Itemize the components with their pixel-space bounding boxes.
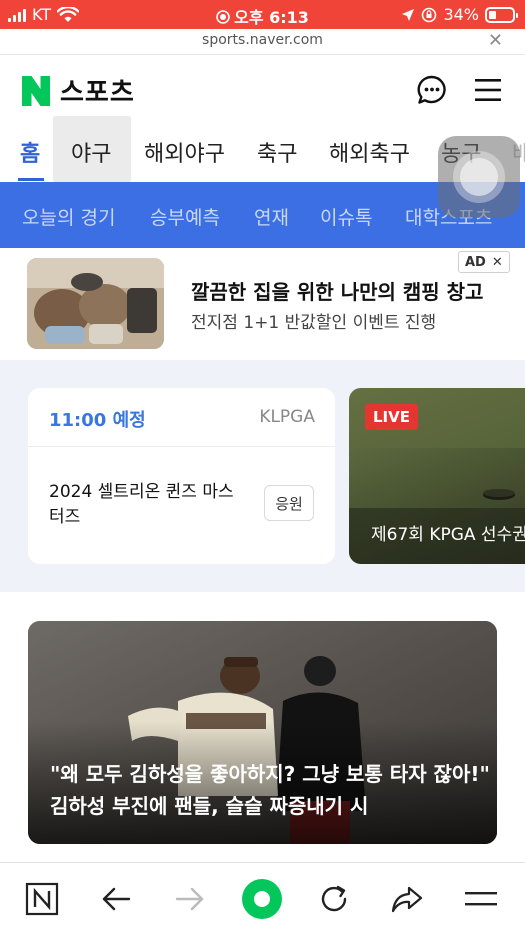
tab-home[interactable]: 홈: [20, 136, 40, 168]
hamburger-menu-icon[interactable]: [474, 76, 502, 104]
cheer-button[interactable]: 응원: [264, 485, 314, 521]
share-icon[interactable]: [389, 881, 425, 917]
ad-image[interactable]: [27, 258, 164, 349]
game-league: KLPGA: [259, 407, 315, 427]
naver-logo-icon[interactable]: [22, 76, 50, 106]
tab-soccer[interactable]: 축구: [257, 136, 297, 168]
game-time: 11:00 예정: [49, 410, 146, 431]
status-time: 오후 6:13: [234, 8, 309, 27]
live-card[interactable]: LIVE 제67회 KPGA 선수권: [349, 388, 525, 564]
naver-home-icon[interactable]: [24, 881, 60, 917]
active-tab-indicator: [18, 178, 44, 181]
subnav-issue-talk[interactable]: 이슈톡: [320, 203, 372, 230]
orientation-lock-icon: [422, 7, 437, 22]
sports-logo-text[interactable]: 스포츠: [60, 72, 135, 109]
battery-icon: [485, 6, 518, 23]
subnav-prediction[interactable]: 승부예측: [150, 203, 220, 230]
ad-banner[interactable]: AD ✕ 깔끔한 집을 위한 나만의 캠핑 창고 전지점 1+1 반값할인 이벤트…: [0, 248, 525, 360]
news-headline[interactable]: "왜 모두 김하성을 좋아하지? 그냥 보통 타자 잖아!" 김하성 부진에 팬…: [50, 758, 490, 822]
more-menu-icon[interactable]: [463, 881, 499, 917]
url-bar[interactable]: sports.naver.com ✕: [0, 29, 525, 55]
ad-badge[interactable]: AD ✕: [458, 251, 510, 273]
forward-arrow-icon[interactable]: [171, 881, 207, 917]
refresh-icon[interactable]: [316, 881, 352, 917]
game-card[interactable]: 11:00 예정 KLPGA 2024 셀트리온 퀸즈 마스터즈 응원: [28, 388, 335, 564]
bottom-toolbar: [0, 862, 525, 933]
location-arrow-icon: [402, 8, 415, 21]
ad-subtitle[interactable]: 전지점 1+1 반값할인 이벤트 진행: [191, 308, 436, 333]
live-title[interactable]: 제67회 KPGA 선수권: [371, 520, 525, 545]
live-badge: LIVE: [365, 404, 418, 430]
green-dot-icon[interactable]: [240, 877, 284, 921]
ad-title[interactable]: 깔끔한 집을 위한 나만의 캠핑 창고: [191, 276, 483, 305]
subnav-today-games[interactable]: 오늘의 경기: [22, 203, 115, 230]
chat-bubble-icon[interactable]: [416, 74, 448, 106]
news-card[interactable]: "왜 모두 김하성을 좋아하지? 그냥 보통 타자 잖아!" 김하성 부진에 팬…: [28, 621, 497, 844]
tab-overseas-baseball[interactable]: 해외야구: [144, 136, 225, 168]
tab-baseball[interactable]: 야구: [71, 136, 111, 168]
url-text[interactable]: sports.naver.com: [0, 32, 525, 48]
recording-icon: [216, 10, 230, 24]
schedule-section: 11:00 예정 KLPGA 2024 셀트리온 퀸즈 마스터즈 응원 LIVE…: [0, 360, 525, 592]
subnav-series[interactable]: 연재: [254, 203, 289, 230]
ad-label: AD: [465, 254, 486, 270]
app-header: 스포츠: [0, 56, 525, 118]
close-icon[interactable]: ✕: [488, 30, 503, 51]
status-bar: KT 오후 6:13 34%: [0, 0, 525, 29]
battery-percent: 34%: [443, 5, 479, 24]
back-arrow-icon[interactable]: [99, 881, 135, 917]
tab-overseas-soccer[interactable]: 해외축구: [329, 136, 410, 168]
close-icon[interactable]: ✕: [492, 255, 503, 270]
divider: [28, 446, 335, 447]
assistive-touch-button[interactable]: [438, 136, 520, 218]
game-title[interactable]: 2024 셀트리온 퀸즈 마스터즈: [49, 480, 249, 530]
